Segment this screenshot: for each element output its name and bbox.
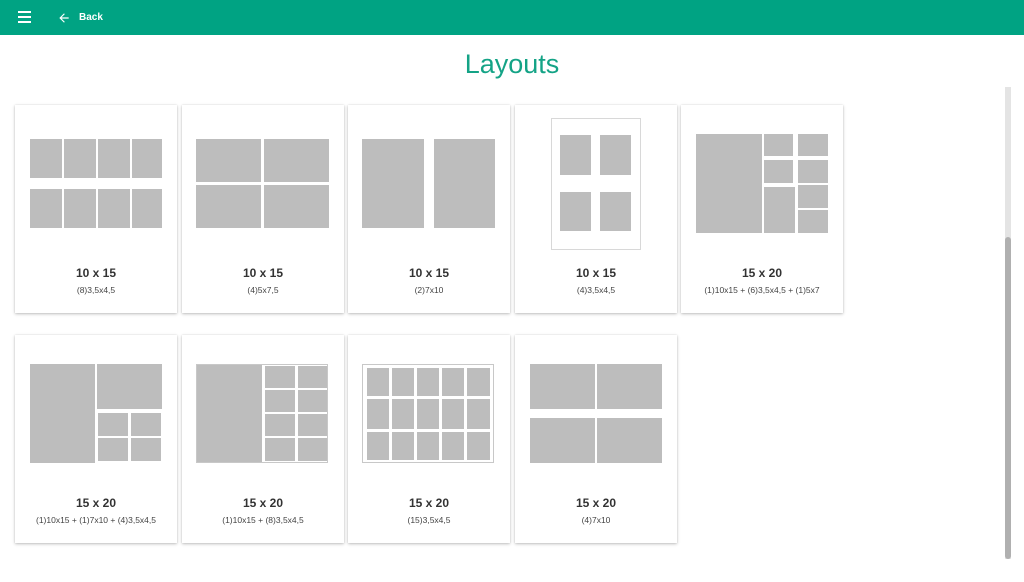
layout-card[interactable]: 15 x 20 (15)3,5x4,5: [348, 335, 510, 543]
vertical-scrollbar[interactable]: [1005, 87, 1011, 559]
layout-card[interactable]: 15 x 20 (1)10x15 + (6)3,5x4,5 + (1)5x7: [681, 105, 843, 313]
layout-preview: [30, 139, 162, 228]
arrow-left-icon: [59, 12, 69, 23]
layout-preview: [362, 364, 494, 463]
layout-card[interactable]: 10 x 15 (2)7x10: [348, 105, 510, 313]
layout-description: (1)10x15 + (1)7x10 + (4)3,5x4,5: [35, 515, 156, 525]
layout-preview: [551, 118, 641, 250]
layout-preview: [30, 364, 162, 463]
main-content: Layouts 10 x 15 (8)3,5x4,5 10 x 15 (4)5x…: [0, 35, 1024, 582]
layout-size: 10 x 15: [575, 266, 617, 280]
layout-description: (4)3,5x4,5: [576, 285, 616, 295]
back-button[interactable]: Back: [57, 9, 103, 26]
page-title: Layouts: [464, 49, 560, 79]
layout-preview: [196, 139, 329, 228]
layout-description: (1)10x15 + (8)3,5x4,5: [222, 515, 304, 525]
layout-description: (15)3,5x4,5: [407, 515, 451, 525]
layout-size: 10 x 15: [408, 266, 450, 280]
layout-card[interactable]: 10 x 15 (4)5x7,5: [182, 105, 344, 313]
layout-preview: [530, 364, 662, 463]
layout-card[interactable]: 10 x 15 (8)3,5x4,5: [15, 105, 177, 313]
layout-description: (4)5x7,5: [247, 285, 279, 295]
layout-description: (2)7x10: [414, 285, 444, 295]
layout-card[interactable]: 10 x 15 (4)3,5x4,5: [515, 105, 677, 313]
layout-card[interactable]: 15 x 20 (4)7x10: [515, 335, 677, 543]
layout-card[interactable]: 15 x 20 (1)10x15 + (1)7x10 + (4)3,5x4,5: [15, 335, 177, 543]
layout-size: 15 x 20: [575, 496, 617, 510]
layout-size: 10 x 15: [75, 266, 117, 280]
layout-size: 10 x 15: [242, 266, 284, 280]
layout-description: (4)7x10: [581, 515, 611, 525]
layout-size: 15 x 20: [242, 496, 284, 510]
scrollbar-thumb[interactable]: [1005, 237, 1011, 559]
layout-size: 15 x 20: [75, 496, 117, 510]
menu-icon[interactable]: [18, 11, 31, 24]
layout-size: 15 x 20: [408, 496, 450, 510]
layout-description: (1)10x15 + (6)3,5x4,5 + (1)5x7: [704, 285, 820, 295]
back-label: Back: [79, 12, 103, 23]
top-app-bar: Back: [0, 0, 1024, 35]
layout-card[interactable]: 15 x 20 (1)10x15 + (8)3,5x4,5: [182, 335, 344, 543]
layout-preview: [696, 134, 828, 233]
layout-preview: [196, 364, 328, 463]
layout-preview: [362, 139, 495, 228]
layout-description: (8)3,5x4,5: [76, 285, 116, 295]
layout-size: 15 x 20: [741, 266, 783, 280]
